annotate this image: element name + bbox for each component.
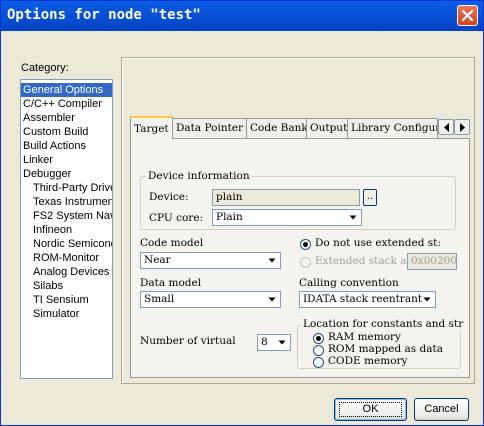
category-item-nordic-semiconductor[interactable]: Nordic Semiconduc bbox=[21, 237, 112, 251]
location-ram-memory-radio[interactable] bbox=[313, 333, 324, 344]
code-model-label: Code model bbox=[140, 237, 204, 249]
category-label: Category: bbox=[21, 62, 69, 74]
cancel-button[interactable]: Cancel bbox=[414, 398, 469, 421]
tab-code-bank[interactable]: Code Bank bbox=[246, 118, 307, 139]
location-code-memory-label: CODE memory bbox=[328, 355, 408, 367]
category-list[interactable]: General Options C/C++ Compiler Assembler… bbox=[20, 79, 113, 379]
tab-scroll-left-button[interactable] bbox=[438, 119, 454, 135]
arrow-right-icon bbox=[460, 123, 465, 132]
category-item-texas-instruments[interactable]: Texas Instruments bbox=[21, 195, 112, 209]
device-label: Device: bbox=[149, 191, 189, 203]
extended-stack-address-field[interactable]: 0x002000 bbox=[407, 253, 457, 270]
category-item-fs2-system-navigator[interactable]: FS2 System Navig. bbox=[21, 209, 112, 223]
ok-button[interactable]: OK bbox=[334, 398, 407, 421]
arrow-left-icon bbox=[444, 123, 449, 132]
cpu-core-value: Plain bbox=[216, 211, 243, 223]
virtual-registers-label: Number of virtual bbox=[140, 335, 236, 347]
close-icon bbox=[461, 9, 474, 22]
virtual-registers-select[interactable]: 8 bbox=[257, 334, 291, 351]
category-item-rom-monitor[interactable]: ROM-Monitor bbox=[21, 251, 112, 265]
no-extended-stack-radio[interactable] bbox=[300, 239, 311, 250]
chevron-down-icon bbox=[349, 215, 357, 220]
device-information-title: Device information bbox=[146, 170, 252, 182]
focus-indicator bbox=[339, 402, 402, 417]
data-model-label: Data model bbox=[140, 277, 202, 289]
category-item-custom-build[interactable]: Custom Build bbox=[21, 125, 112, 139]
category-item-debugger[interactable]: Debugger bbox=[21, 167, 112, 181]
title-bar: Options for node "test" bbox=[1, 1, 483, 31]
calling-convention-value: IDATA stack reentrant bbox=[303, 293, 423, 305]
location-code-memory-radio[interactable] bbox=[313, 357, 324, 368]
category-item-third-party-driver[interactable]: Third-Party Driver bbox=[21, 181, 112, 195]
category-item-infineon[interactable]: Infineon bbox=[21, 223, 112, 237]
tab-data-pointer[interactable]: Data Pointer bbox=[172, 118, 247, 139]
calling-convention-label: Calling convention bbox=[299, 277, 399, 289]
chevron-down-icon bbox=[423, 297, 431, 302]
category-item-linker[interactable]: Linker bbox=[21, 153, 112, 167]
location-rom-mapped-radio[interactable] bbox=[313, 345, 324, 356]
category-item-ti-sensium[interactable]: TI Sensium bbox=[21, 293, 112, 307]
calling-convention-select[interactable]: IDATA stack reentrant bbox=[299, 291, 436, 308]
chevron-down-icon bbox=[268, 297, 276, 302]
device-browse-button[interactable]: .. bbox=[363, 189, 377, 206]
chevron-down-icon bbox=[268, 258, 276, 263]
window-title: Options for node "test" bbox=[7, 7, 201, 23]
data-model-value: Small bbox=[144, 293, 175, 305]
category-item-analog-devices[interactable]: Analog Devices bbox=[21, 265, 112, 279]
category-item-silabs[interactable]: Silabs bbox=[21, 279, 112, 293]
close-button[interactable] bbox=[457, 5, 478, 26]
no-extended-stack-label: Do not use extended st: bbox=[315, 237, 441, 249]
chevron-down-icon bbox=[278, 340, 286, 345]
category-item-c-compiler[interactable]: C/C++ Compiler bbox=[21, 97, 112, 111]
cpu-core-label: CPU core: bbox=[149, 212, 204, 224]
location-group-title: Location for constants and str bbox=[301, 318, 466, 330]
tab-target[interactable]: Target bbox=[130, 116, 173, 139]
tab-library-configuration[interactable]: Library Configura bbox=[347, 118, 438, 139]
virtual-registers-value: 8 bbox=[261, 336, 268, 348]
category-item-general-options[interactable]: General Options bbox=[21, 83, 112, 97]
category-item-simulator[interactable]: Simulator bbox=[21, 307, 112, 321]
code-model-value: Near bbox=[144, 254, 171, 266]
extended-stack-radio[interactable] bbox=[300, 257, 311, 268]
code-model-select[interactable]: Near bbox=[140, 252, 281, 269]
location-rom-mapped-label: ROM mapped as data bbox=[328, 343, 443, 355]
options-dialog: Options for node "test" Category: Genera… bbox=[0, 0, 484, 426]
category-item-build-actions[interactable]: Build Actions bbox=[21, 139, 112, 153]
cpu-core-select[interactable]: Plain bbox=[212, 209, 362, 226]
location-ram-memory-label: RAM memory bbox=[328, 331, 401, 343]
tab-scroll-right-button[interactable] bbox=[454, 119, 470, 135]
extended-stack-label: Extended stack a bbox=[315, 255, 407, 267]
device-field: plain bbox=[212, 189, 360, 206]
data-model-select[interactable]: Small bbox=[140, 291, 281, 308]
category-item-assembler[interactable]: Assembler bbox=[21, 111, 112, 125]
tab-output[interactable]: Output bbox=[306, 118, 348, 139]
